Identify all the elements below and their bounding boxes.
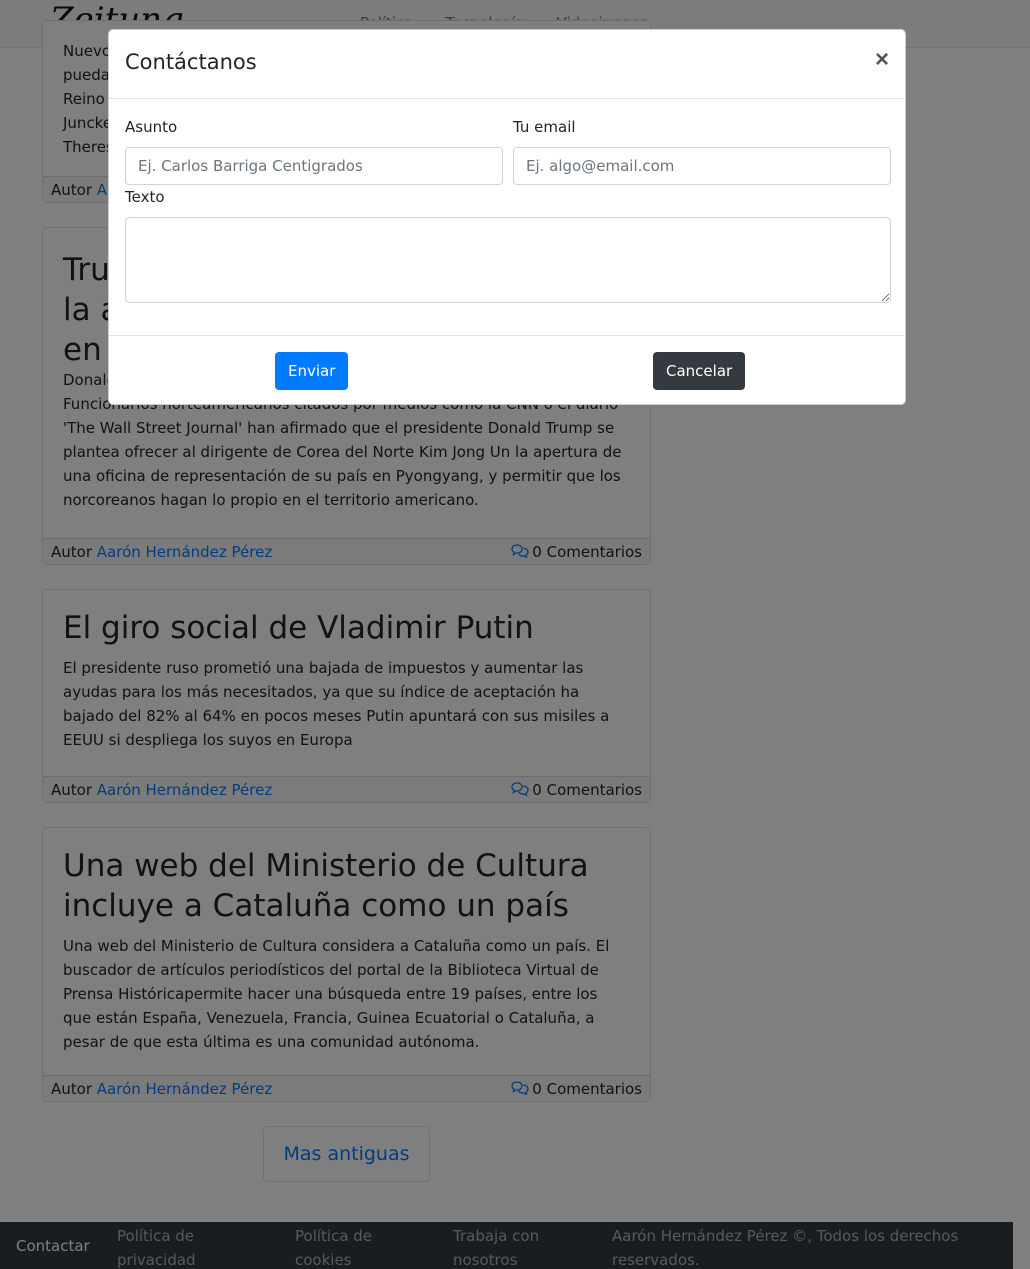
- modal-footer-divider: [109, 335, 905, 336]
- subject-label: Asunto: [125, 118, 178, 136]
- text-label: Texto: [125, 188, 165, 206]
- subject-input[interactable]: [125, 147, 503, 185]
- contact-modal: Contáctanos × Asunto Tu email Texto Envi…: [108, 29, 906, 405]
- message-textarea[interactable]: [125, 217, 891, 303]
- modal-header: Contáctanos ×: [109, 30, 905, 99]
- cancel-button[interactable]: Cancelar: [653, 352, 746, 390]
- modal-title: Contáctanos: [125, 50, 257, 74]
- close-icon[interactable]: ×: [875, 46, 889, 74]
- email-input[interactable]: [513, 147, 891, 185]
- send-button[interactable]: Enviar: [275, 352, 349, 390]
- email-label: Tu email: [513, 118, 576, 136]
